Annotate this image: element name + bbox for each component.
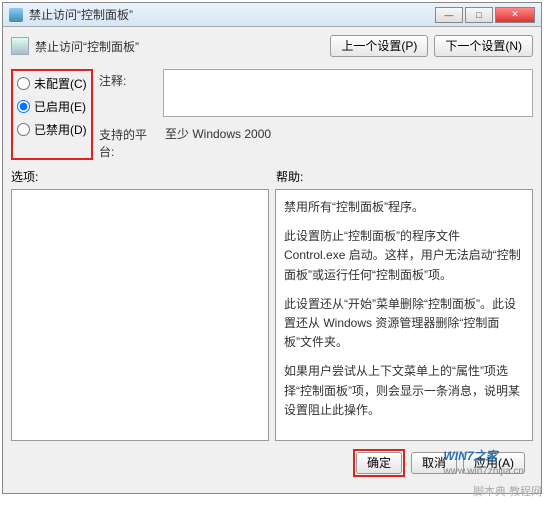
help-p3: 此设置还从“开始”菜单删除“控制面板”。此设置还从 Windows 资源管理器删… [284,295,524,353]
prev-setting-button[interactable]: 上一个设置(P) [330,35,428,57]
content-area: 禁止访问“控制面板” 上一个设置(P) 下一个设置(N) 未配置(C) 已启用(… [3,27,541,493]
radio-not-configured-row: 未配置(C) [17,75,89,92]
ok-button[interactable]: 确定 [356,452,402,474]
config-area: 未配置(C) 已启用(E) 已禁用(D) 注释: 支持的平台: [11,69,533,160]
options-panel [11,189,269,441]
cancel-button[interactable]: 取消 [411,452,457,474]
app-icon [9,8,23,22]
help-panel: 禁用所有“控制面板”程序。 此设置防止“控制面板”的程序文件 Control.e… [275,189,533,441]
window-title: 禁止访问“控制面板” [29,6,435,23]
policy-title: 禁止访问“控制面板” [35,38,330,55]
titlebar: 禁止访问“控制面板” — □ ✕ [3,3,541,27]
radio-disabled-row: 已禁用(D) [17,121,89,138]
footer: 确定 取消 应用(A) [11,441,533,485]
comment-label: 注释: [99,69,159,89]
comment-row: 注释: [99,69,533,117]
radio-enabled[interactable] [17,100,30,113]
window-controls: — □ ✕ [435,7,535,23]
options-label: 选项: [11,168,276,185]
help-p1: 禁用所有“控制面板”程序。 [284,198,524,217]
policy-icon [11,37,29,55]
help-label: 帮助: [276,168,303,185]
radio-not-configured[interactable] [17,77,30,90]
radio-enabled-row: 已启用(E) [17,98,89,115]
maximize-button[interactable]: □ [465,7,493,23]
panels: 禁用所有“控制面板”程序。 此设置防止“控制面板”的程序文件 Control.e… [11,189,533,441]
help-p2: 此设置防止“控制面板”的程序文件 Control.exe 启动。这样，用户无法启… [284,227,524,285]
radio-disabled[interactable] [17,123,30,136]
radio-not-configured-label[interactable]: 未配置(C) [34,75,87,92]
nav-buttons: 上一个设置(P) 下一个设置(N) [330,35,533,57]
radio-disabled-label[interactable]: 已禁用(D) [34,121,87,138]
section-labels: 选项: 帮助: [11,168,533,185]
apply-button[interactable]: 应用(A) [463,452,525,474]
fields-column: 注释: 支持的平台: 至少 Windows 2000 [99,69,533,160]
header-row: 禁止访问“控制面板” 上一个设置(P) 下一个设置(N) [11,35,533,57]
ok-highlight: 确定 [353,449,405,477]
platform-row: 支持的平台: 至少 Windows 2000 [99,123,533,160]
minimize-button[interactable]: — [435,7,463,23]
comment-textarea[interactable] [163,69,533,117]
close-button[interactable]: ✕ [495,7,535,23]
platform-value: 至少 Windows 2000 [163,123,533,143]
next-setting-button[interactable]: 下一个设置(N) [434,35,533,57]
help-p4: 如果用户尝试从上下文菜单上的“属性”项选择“控制面板”项，则会显示一条消息，说明… [284,362,524,420]
state-radio-group: 未配置(C) 已启用(E) 已禁用(D) [11,69,93,160]
radio-enabled-label[interactable]: 已启用(E) [34,98,86,115]
platform-label: 支持的平台: [99,123,159,160]
dialog-window: 禁止访问“控制面板” — □ ✕ 禁止访问“控制面板” 上一个设置(P) 下一个… [2,2,542,494]
